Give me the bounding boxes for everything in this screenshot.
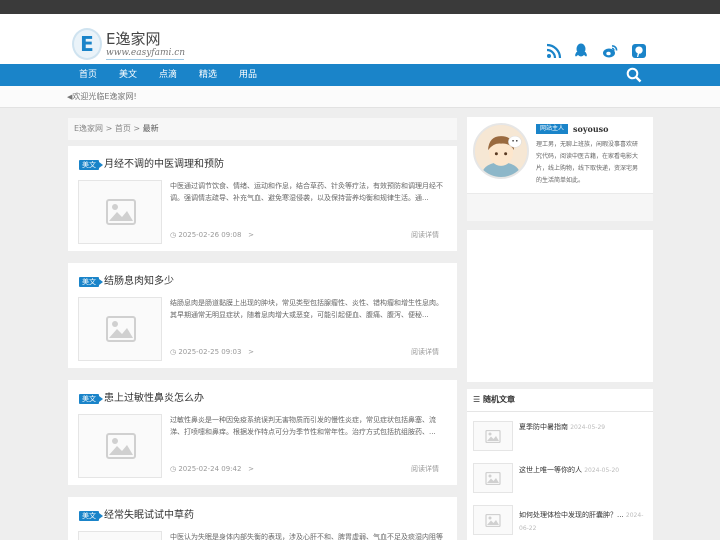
top-strip [0,0,720,14]
search-icon[interactable] [626,67,642,83]
read-more-link[interactable]: 阅读详情 [411,464,439,474]
breadcrumb-current: 最新 [142,124,159,133]
breadcrumb-site[interactable]: E逸家网 [74,124,103,133]
random-article-link[interactable]: 如何处理体检中发现的肝囊肿？... 2024-06-22 [519,509,647,535]
post-excerpt: 过敏性鼻炎是一种因免疫系统误判无害物质而引发的慢性炎症，常见症状包括鼻塞、流涕、… [170,416,436,436]
nav-item-bits[interactable]: 点滴 [159,64,177,86]
post-excerpt: 中医通过调节饮食、情绪、运动和作息，结合草药、针灸等疗法，有效预防和调理月经不调… [170,182,443,202]
qq-icon[interactable] [573,43,589,59]
weibo-icon[interactable] [602,43,618,59]
post-thumbnail[interactable] [78,180,162,244]
image-placeholder-icon [106,316,136,342]
image-placeholder-icon [106,199,136,225]
chevron-right-icon: > [241,231,254,239]
random-articles-widget: ☰ 随机文章 夏季防中暑指南 2024-05-29 这世上唯一等你的人 2024… [467,389,653,540]
nav-item-supplies[interactable]: 用品 [239,64,257,86]
breadcrumb: E逸家网 > 首页 > 最新 [68,118,457,140]
post-card: 美文 月经不调的中医调理和预防 中医通过调节饮食、情绪、运动和作息，结合草药、针… [68,146,457,251]
random-thumbnail[interactable] [473,421,513,451]
logo-underline [106,59,184,60]
widget-divider [467,411,653,412]
breadcrumb-home[interactable]: 首页 [115,124,131,133]
random-thumbnail[interactable] [473,463,513,493]
post-date: ◷ 2025-02-24 09:42 > [170,465,254,473]
sidebar-blank-widget [467,230,653,382]
logo-letter: E [72,28,102,60]
image-placeholder-icon [485,472,501,485]
post-excerpt: 中医认为失眠是身体内部失衡的表现，涉及心肝不和、脾胃虚弱、气血不足及痰湿内阻等 [170,533,443,540]
random-thumbnail[interactable] [473,505,513,535]
breadcrumb-separator: > [105,124,113,133]
category-tag[interactable]: 美文 [79,394,103,404]
welcome-notice: ◀欢迎光临E逸家网! [67,92,137,102]
post-excerpt: 结肠息肉是肠道黏膜上出现的肿块，常见类型包括腺瘤性、炎性、错构瘤和增生性息肉。其… [170,299,443,319]
rss-icon[interactable] [546,43,562,59]
post-thumbnail[interactable] [78,414,162,478]
post-title[interactable]: 结肠息肉知多少 [104,273,174,291]
owner-bio: 理工男，无聊上班族，闲暇没事喜欢研究代码，阅读中医古籍，在家看电影大片，线上购物… [536,141,639,184]
profile-footer [467,193,653,221]
read-more-link[interactable]: 阅读详情 [411,347,439,357]
nav-item-home[interactable]: 首页 [79,64,97,86]
random-article-link[interactable]: 夏季防中暑指南 2024-05-29 [519,421,647,434]
category-tag[interactable]: 美文 [79,511,103,521]
nav-item-articles[interactable]: 美文 [119,64,137,86]
breadcrumb-separator: > [133,124,141,133]
post-date: ◷ 2025-02-26 09:08 > [170,231,254,239]
category-tag[interactable]: 美文 [79,277,103,287]
site-header: E E逸家网 www.easyfami.cn [0,14,720,64]
random-article-link[interactable]: 这世上唯一等你的人 2024-05-20 [519,464,647,477]
owner-badge: 网站主人 [536,124,569,134]
post-card: 美文 患上过敏性鼻炎怎么办 过敏性鼻炎是一种因免疫系统误判无害物质而引发的慢性炎… [68,380,457,485]
post-title[interactable]: 经常失眠试试中草药 [104,507,194,525]
main-nav: 首页 美文 点滴 精选 用品 [0,64,720,86]
owner-name[interactable]: soyouso [573,123,608,135]
post-card: 美文 经常失眠试试中草药 中医认为失眠是身体内部失衡的表现，涉及心肝不和、脾胃虚… [68,497,457,540]
article-date: 2024-05-29 [570,424,606,431]
category-tag[interactable]: 美文 [79,160,103,170]
image-placeholder-icon [485,514,501,527]
post-thumbnail[interactable] [78,531,162,540]
nav-item-featured[interactable]: 精选 [199,64,217,86]
read-more-link[interactable]: 阅读详情 [411,230,439,240]
pinterest-icon[interactable] [631,43,647,59]
post-title[interactable]: 患上过敏性鼻炎怎么办 [104,390,204,408]
post-card: 美文 结肠息肉知多少 结肠息肉是肠道黏膜上出现的肿块，常见类型包括腺瘤性、炎性、… [68,263,457,368]
avatar[interactable] [473,123,529,179]
image-placeholder-icon [485,430,501,443]
site-name: E逸家网 [106,30,161,48]
article-date: 2024-05-20 [584,467,620,474]
list-icon: ☰ [473,395,483,404]
chevron-right-icon: > [241,348,254,356]
post-date: ◷ 2025-02-25 09:03 > [170,348,254,356]
image-placeholder-icon [106,433,136,459]
site-url: www.easyfami.cn [106,48,186,58]
widget-title: ☰ 随机文章 [473,395,515,404]
post-thumbnail[interactable] [78,297,162,361]
chevron-right-icon: > [241,465,254,473]
post-title[interactable]: 月经不调的中医调理和预防 [104,156,224,174]
